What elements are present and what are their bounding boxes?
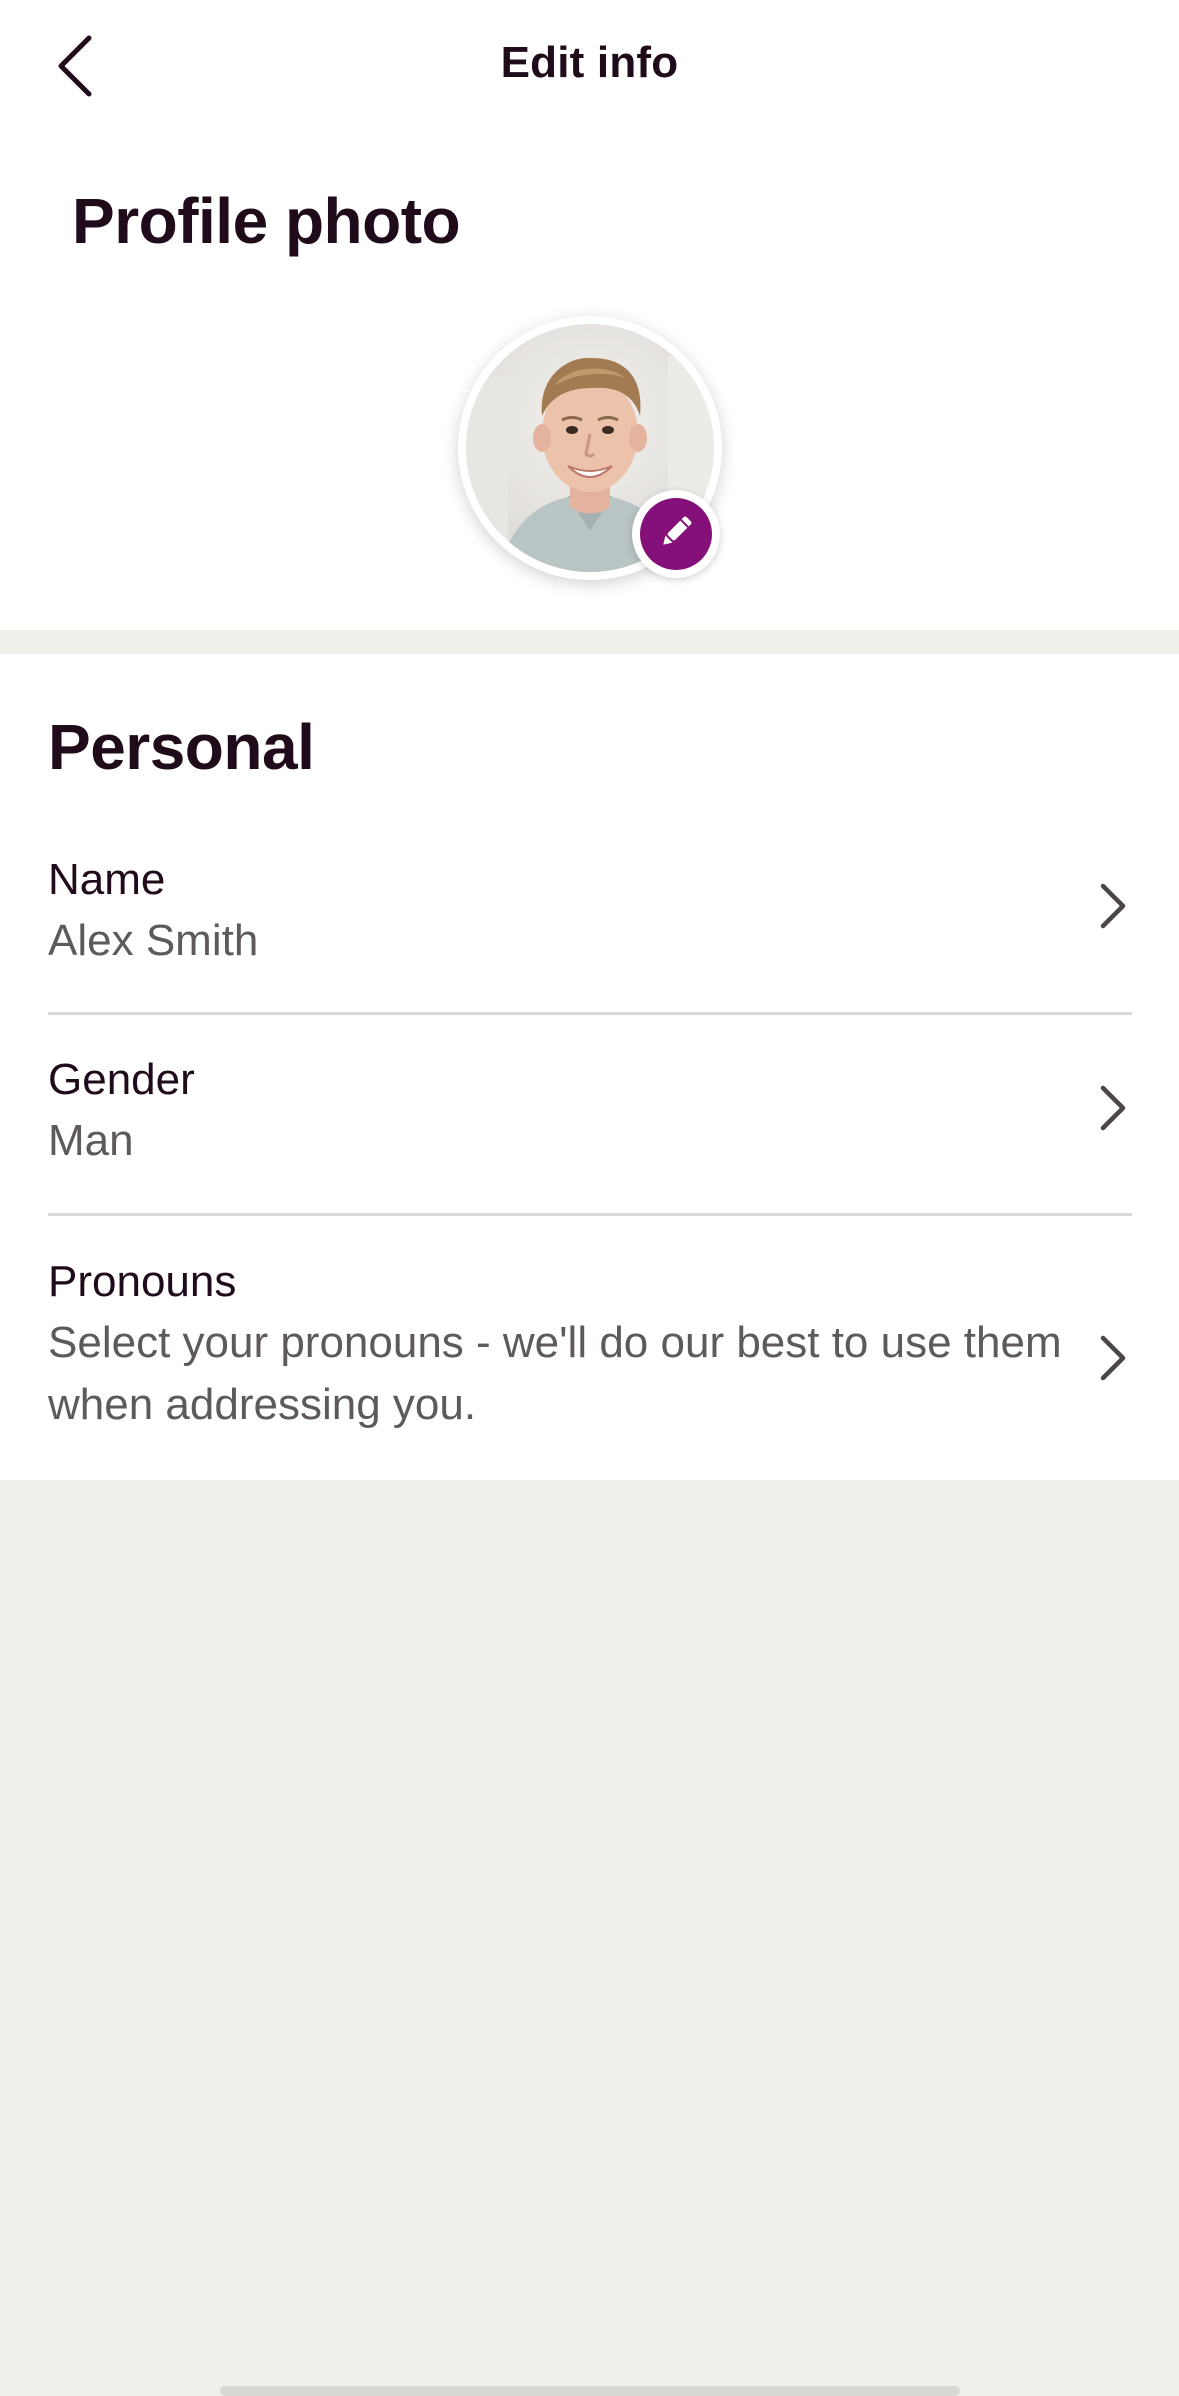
divider bbox=[48, 1213, 1132, 1216]
pronouns-value: Select your pronouns - we'll do our best… bbox=[48, 1318, 1062, 1429]
chevron-right-icon bbox=[1092, 876, 1132, 936]
chevron-right-icon bbox=[1092, 1078, 1132, 1138]
personal-section: Personal Name Alex Smith Gender Man Pron… bbox=[0, 654, 1179, 1480]
page-title: Edit info bbox=[500, 38, 679, 87]
home-indicator bbox=[220, 2386, 960, 2396]
pronouns-row[interactable]: Pronouns Select your pronouns - we'll do… bbox=[48, 1254, 1132, 1434]
name-value: Alex Smith bbox=[48, 916, 259, 965]
pronouns-label: Pronouns bbox=[48, 1257, 237, 1306]
name-label: Name bbox=[48, 855, 166, 904]
personal-heading: Personal bbox=[48, 711, 315, 783]
profile-photo-section: Profile photo bbox=[0, 140, 1179, 630]
edit-photo-badge bbox=[640, 498, 712, 570]
profile-photo-heading: Profile photo bbox=[72, 185, 461, 257]
pencil-icon bbox=[656, 512, 696, 557]
name-row[interactable]: Name Alex Smith bbox=[48, 852, 1132, 965]
divider bbox=[48, 1012, 1132, 1015]
gender-label: Gender bbox=[48, 1055, 195, 1104]
avatar-container bbox=[458, 316, 722, 580]
chevron-right-icon bbox=[1092, 1328, 1132, 1388]
top-app-bar: Edit info bbox=[0, 0, 1179, 140]
gender-row[interactable]: Gender Man bbox=[48, 1052, 1132, 1165]
gender-value: Man bbox=[48, 1116, 134, 1165]
edit-photo-button[interactable] bbox=[632, 490, 720, 578]
